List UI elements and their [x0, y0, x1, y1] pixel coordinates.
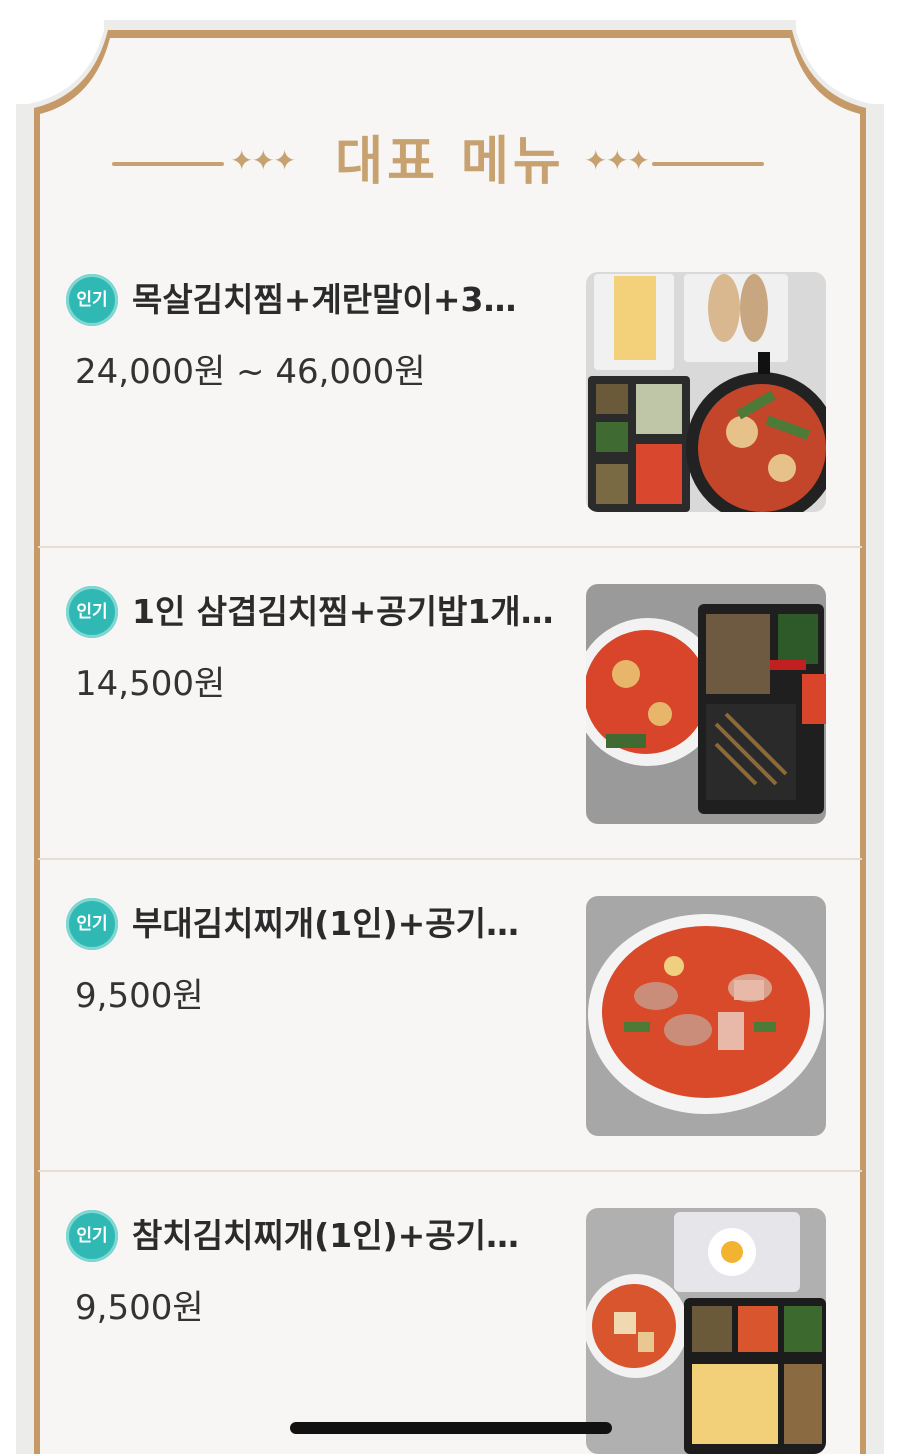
- menu-item-name: 1인 삼겹김치찜+공기밥1개…: [132, 592, 554, 631]
- popular-badge: 인기: [66, 898, 118, 950]
- menu-item[interactable]: 인기 목살김치찜+계란말이+3… 24,000원 ~ 46,000원: [38, 236, 862, 548]
- popular-badge: 인기: [66, 274, 118, 326]
- page-title: 대표 메뉴: [335, 132, 565, 192]
- section-header: ✦✦✦ 대표 메뉴 ✦✦✦: [0, 120, 900, 200]
- food-photo-icon[interactable]: [586, 584, 826, 824]
- home-indicator[interactable]: [290, 1422, 612, 1434]
- popular-badge: 인기: [66, 1210, 118, 1262]
- menu-item[interactable]: 인기 참치김치찌개(1인)+공기… 9,500원: [38, 1172, 862, 1454]
- menu-item[interactable]: 인기 부대김치찌개(1인)+공기… 9,500원: [38, 860, 862, 1172]
- menu-item-name: 목살김치찜+계란말이+3…: [132, 280, 517, 319]
- popular-badge: 인기: [66, 586, 118, 638]
- menu-item-name: 부대김치찌개(1인)+공기…: [132, 904, 520, 943]
- menu-item-name: 참치김치찌개(1인)+공기…: [132, 1216, 520, 1255]
- food-photo-icon[interactable]: [586, 272, 826, 512]
- menu-item-price: 24,000원 ~ 46,000원: [75, 352, 426, 392]
- menu-item-price: 14,500원: [75, 664, 226, 704]
- food-photo-icon[interactable]: [586, 1208, 826, 1454]
- sparkle-right-icon: ✦✦✦: [584, 144, 650, 177]
- menu-item-price: 9,500원: [75, 1288, 204, 1328]
- menu-item[interactable]: 인기 1인 삼겹김치찜+공기밥1개… 14,500원: [38, 548, 862, 860]
- food-photo-icon[interactable]: [586, 896, 826, 1136]
- menu-page: ✦✦✦ 대표 메뉴 ✦✦✦ 인기 목살김치찜+계란말이+3… 24,000원 ~…: [0, 0, 900, 1454]
- menu-item-price: 9,500원: [75, 976, 204, 1016]
- header-line-right: [652, 162, 764, 166]
